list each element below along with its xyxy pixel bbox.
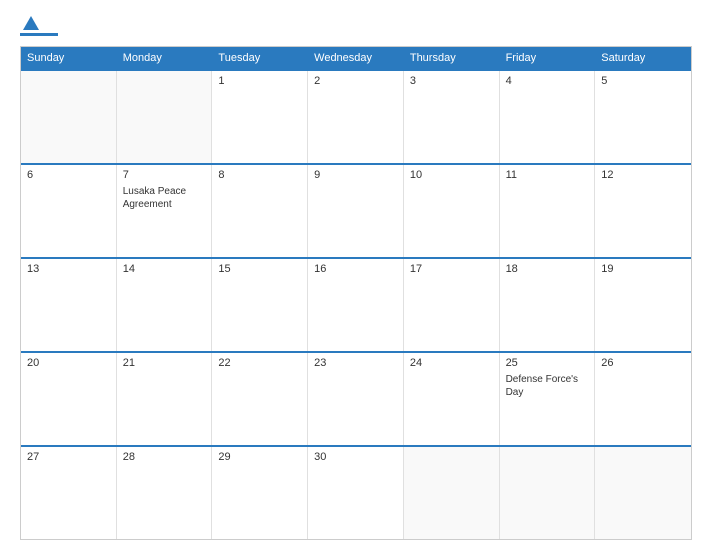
- calendar-cell: 30: [308, 447, 404, 539]
- logo-line: [20, 33, 58, 36]
- cell-number: 3: [410, 75, 493, 87]
- cell-number: 22: [218, 357, 301, 369]
- calendar-cell: 11: [500, 165, 596, 257]
- calendar-cell: 17: [404, 259, 500, 351]
- week-row-4: 27 28 29 30: [21, 445, 691, 539]
- calendar-cell: 13: [21, 259, 117, 351]
- cell-number: 20: [27, 357, 110, 369]
- week-row-3: 20 21 22 23 24 25 Defense Force's Day 26: [21, 351, 691, 445]
- calendar-cell: 19: [595, 259, 691, 351]
- cell-number: 18: [506, 263, 589, 275]
- cell-event: Defense Force's Day: [506, 373, 589, 399]
- cell-event: Lusaka Peace Agreement: [123, 185, 206, 211]
- calendar-cell: 25 Defense Force's Day: [500, 353, 596, 445]
- calendar-cell: 22: [212, 353, 308, 445]
- cell-number: 26: [601, 357, 685, 369]
- calendar-cell: 23: [308, 353, 404, 445]
- cell-number: 7: [123, 169, 206, 181]
- cell-number: 5: [601, 75, 685, 87]
- calendar-cell: 15: [212, 259, 308, 351]
- calendar-cell: 28: [117, 447, 213, 539]
- calendar-cell: 27: [21, 447, 117, 539]
- logo: [20, 16, 60, 36]
- cell-number: 30: [314, 451, 397, 463]
- cell-number: 21: [123, 357, 206, 369]
- cell-number: 27: [27, 451, 110, 463]
- header: [20, 16, 692, 36]
- calendar-cell: 7 Lusaka Peace Agreement: [117, 165, 213, 257]
- day-header-thursday: Thursday: [404, 47, 500, 69]
- calendar-cell: 5: [595, 71, 691, 163]
- logo-triangle-icon: [23, 16, 39, 30]
- cell-number: 19: [601, 263, 685, 275]
- calendar-cell: 8: [212, 165, 308, 257]
- page: SundayMondayTuesdayWednesdayThursdayFrid…: [0, 0, 712, 550]
- cell-number: 17: [410, 263, 493, 275]
- cell-number: 24: [410, 357, 493, 369]
- day-header-friday: Friday: [500, 47, 596, 69]
- calendar-cell: 4: [500, 71, 596, 163]
- cell-number: 25: [506, 357, 589, 369]
- cell-number: 9: [314, 169, 397, 181]
- cell-number: 14: [123, 263, 206, 275]
- day-header-sunday: Sunday: [21, 47, 117, 69]
- calendar-cell: 10: [404, 165, 500, 257]
- calendar-cell: 21: [117, 353, 213, 445]
- cell-number: 1: [218, 75, 301, 87]
- calendar-cell: 26: [595, 353, 691, 445]
- cell-number: 10: [410, 169, 493, 181]
- calendar-cell: [595, 447, 691, 539]
- weeks: 1234567Lusaka Peace Agreement89101112131…: [21, 69, 691, 539]
- cell-number: 2: [314, 75, 397, 87]
- cell-number: 29: [218, 451, 301, 463]
- calendar-cell: 9: [308, 165, 404, 257]
- cell-number: 28: [123, 451, 206, 463]
- calendar-cell: [21, 71, 117, 163]
- cell-number: 8: [218, 169, 301, 181]
- week-row-1: 6 7 Lusaka Peace Agreement 8 9 10 11 12: [21, 163, 691, 257]
- cell-number: 13: [27, 263, 110, 275]
- calendar-cell: 18: [500, 259, 596, 351]
- day-header-tuesday: Tuesday: [212, 47, 308, 69]
- calendar-cell: 1: [212, 71, 308, 163]
- calendar-cell: 14: [117, 259, 213, 351]
- calendar-cell: [117, 71, 213, 163]
- calendar-cell: 6: [21, 165, 117, 257]
- week-row-2: 13 14 15 16 17 18 19: [21, 257, 691, 351]
- calendar-cell: 3: [404, 71, 500, 163]
- cell-number: 15: [218, 263, 301, 275]
- cell-number: 23: [314, 357, 397, 369]
- calendar: SundayMondayTuesdayWednesdayThursdayFrid…: [20, 46, 692, 540]
- day-headers: SundayMondayTuesdayWednesdayThursdayFrid…: [21, 47, 691, 69]
- cell-number: 6: [27, 169, 110, 181]
- calendar-cell: 29: [212, 447, 308, 539]
- cell-number: 16: [314, 263, 397, 275]
- calendar-cell: 24: [404, 353, 500, 445]
- calendar-cell: 20: [21, 353, 117, 445]
- cell-number: 11: [506, 169, 589, 181]
- cell-number: 4: [506, 75, 589, 87]
- calendar-cell: 2: [308, 71, 404, 163]
- calendar-cell: 12: [595, 165, 691, 257]
- day-header-wednesday: Wednesday: [308, 47, 404, 69]
- day-header-saturday: Saturday: [595, 47, 691, 69]
- calendar-cell: [404, 447, 500, 539]
- week-row-0: 1 2 3 45: [21, 69, 691, 163]
- calendar-cell: [500, 447, 596, 539]
- day-header-monday: Monday: [117, 47, 213, 69]
- cell-number: 12: [601, 169, 685, 181]
- calendar-cell: 16: [308, 259, 404, 351]
